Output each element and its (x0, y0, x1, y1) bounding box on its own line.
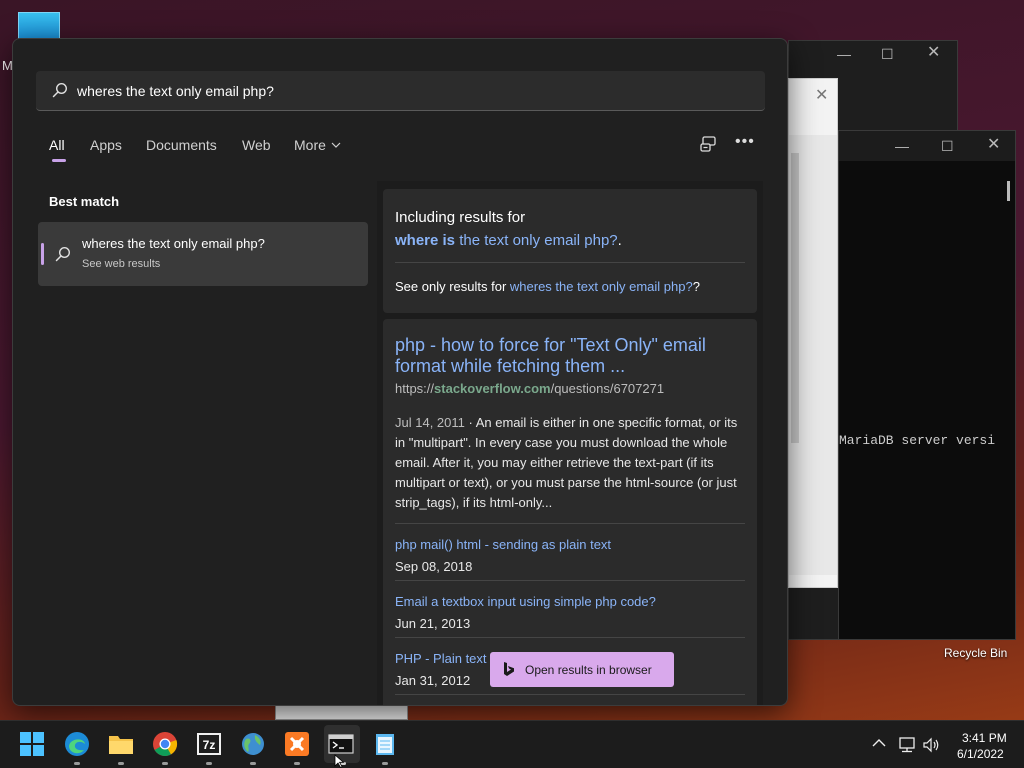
result-url-path: /questions/6707271 (550, 381, 665, 396)
running-indicator (162, 762, 168, 765)
minimize-icon[interactable]: — (895, 139, 909, 153)
search-box[interactable] (36, 71, 765, 111)
divider (395, 694, 745, 695)
search-only-end: ? (692, 279, 700, 294)
start-search-panel: All Apps Documents Web More ••• Best mat… (12, 38, 788, 706)
taskbar: 7z 3:41 PM 6/1/2022 (0, 720, 1024, 768)
tab-documents[interactable]: Documents (146, 137, 217, 153)
console-output: MariaDB server versi (839, 433, 996, 448)
including-results-heading: Including results for (395, 209, 526, 226)
running-indicator (294, 762, 300, 765)
divider (395, 262, 745, 263)
volume-icon[interactable] (922, 736, 940, 754)
more-options-icon[interactable]: ••• (735, 133, 755, 151)
related-result-link[interactable]: Email a textbox input using simple php c… (395, 594, 656, 609)
maximize-icon[interactable]: ☐ (941, 139, 954, 153)
running-indicator (74, 762, 80, 765)
related-result-link[interactable]: php mail() html - sending as plain text (395, 537, 611, 552)
chrome-icon[interactable] (152, 731, 178, 757)
best-match-item[interactable]: wheres the text only email php? See web … (38, 222, 368, 286)
divider (395, 637, 745, 638)
related-result-date: Jan 31, 2012 (395, 673, 471, 688)
selection-accent (41, 243, 44, 265)
divider (395, 580, 745, 581)
mouse-cursor-icon (334, 754, 345, 768)
minimize-icon[interactable]: — (837, 47, 851, 61)
divider (395, 523, 745, 524)
search-only-original: See only results for wheres the text onl… (395, 279, 700, 294)
edge-browser-icon[interactable] (64, 731, 90, 757)
best-match-title: wheres the text only email php? (82, 236, 265, 251)
globe-app-icon[interactable] (240, 731, 266, 757)
recycle-bin-label[interactable]: Recycle Bin (944, 646, 1007, 660)
result-url-prefix: https:// (395, 381, 435, 396)
best-match-subtitle: See web results (82, 258, 161, 270)
clock-time[interactable]: 3:41 PM (962, 731, 1007, 745)
share-device-icon[interactable] (700, 135, 718, 153)
running-indicator (206, 762, 212, 765)
search-icon (55, 246, 71, 262)
scrollbar[interactable] (789, 135, 837, 575)
console-window[interactable]: — ☐ ✕ MariaDB server versi (838, 130, 1016, 640)
results-preview-pane: Including results for where is the text … (377, 181, 763, 705)
result-url-domain: stackoverflow.com (434, 381, 551, 396)
tab-all[interactable]: All (49, 137, 65, 153)
web-result-card: php - how to force for "Text Only" email… (383, 319, 757, 705)
related-result-link[interactable]: PHP - Plain text (395, 651, 487, 666)
chevron-up-icon[interactable] (872, 738, 886, 748)
tab-apps[interactable]: Apps (90, 137, 122, 153)
best-match-heading: Best match (49, 194, 120, 209)
result-url: https://stackoverflow.com/questions/6707… (395, 381, 664, 396)
background-dialog[interactable]: ✕ (788, 78, 838, 588)
close-icon[interactable]: ✕ (987, 137, 1000, 153)
search-icon (52, 82, 68, 98)
close-icon[interactable]: ✕ (927, 45, 940, 61)
related-result-date: Sep 08, 2018 (395, 559, 473, 574)
scrollbar-thumb[interactable] (791, 153, 799, 443)
bing-icon (504, 662, 514, 676)
file-explorer-icon[interactable] (108, 731, 134, 757)
notepad-icon[interactable] (372, 731, 398, 757)
windows-start-icon[interactable] (19, 731, 45, 757)
desktop-icon[interactable] (18, 12, 60, 40)
open-results-in-browser-button[interactable]: Open results in browser (490, 652, 674, 687)
scrollbar-thumb[interactable] (1007, 181, 1010, 201)
7zip-icon[interactable]: 7z (196, 731, 222, 757)
corrected-query-end: . (617, 232, 622, 249)
clock-date[interactable]: 6/1/2022 (957, 747, 1004, 761)
close-icon[interactable]: ✕ (815, 85, 828, 105)
chevron-down-icon[interactable] (331, 141, 341, 149)
spelling-correction-card: Including results for where is the text … (383, 189, 757, 313)
console-titlebar[interactable]: — ☐ ✕ (839, 131, 1015, 161)
tab-more[interactable]: More (294, 137, 326, 153)
original-query-link[interactable]: wheres the text only email php? (510, 279, 693, 294)
corrected-query-bold: where is (395, 232, 456, 249)
search-input[interactable] (77, 71, 737, 111)
open-results-label: Open results in browser (525, 663, 652, 677)
related-result-date: Jun 21, 2013 (395, 616, 471, 631)
corrected-query-link[interactable]: where is the text only email php?. (395, 232, 622, 249)
tab-web[interactable]: Web (242, 137, 271, 153)
result-date: Jul 14, 2011 (395, 415, 465, 430)
svg-text:7z: 7z (203, 738, 216, 752)
maximize-icon[interactable]: ☐ (881, 47, 894, 61)
result-snippet: Jul 14, 2011 · An email is either in one… (395, 413, 749, 513)
xampp-icon[interactable] (284, 731, 310, 757)
result-title-link[interactable]: php - how to force for "Text Only" email… (395, 335, 735, 377)
running-indicator (382, 762, 388, 765)
search-only-prefix: See only results for (395, 279, 510, 294)
running-indicator (118, 762, 124, 765)
corrected-query-rest: the text only email php? (455, 232, 618, 249)
active-tab-indicator (52, 159, 66, 162)
network-icon[interactable] (898, 737, 916, 753)
running-indicator (250, 762, 256, 765)
